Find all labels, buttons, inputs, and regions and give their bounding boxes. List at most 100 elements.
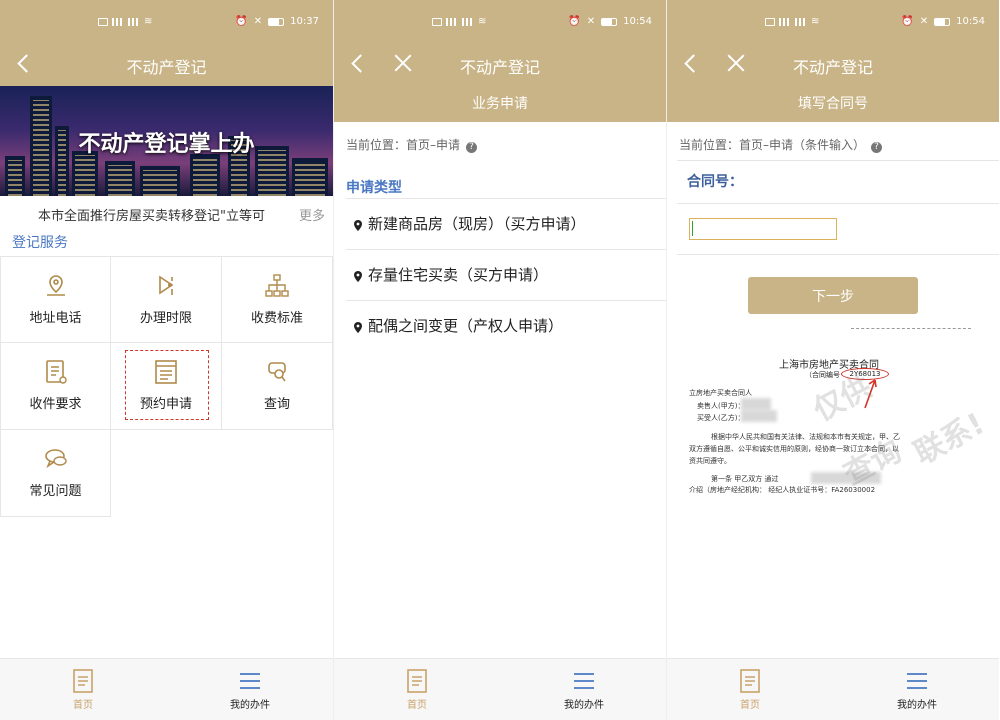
text-cursor <box>692 221 693 236</box>
status-indicators: ≋ <box>98 16 152 27</box>
status-time: 10:54 <box>623 16 652 27</box>
grid-label: 收件要求 <box>29 397 82 412</box>
next-step-button[interactable]: 下一步 <box>748 277 918 314</box>
signal-icon <box>795 17 807 26</box>
sample-doc-line: 资共同遵守。 <box>689 457 731 465</box>
more-link[interactable]: 更多 <box>294 205 325 224</box>
form-icon <box>154 359 178 385</box>
phone-screen-home: ≋ ⏰ ✕ 10:37 不动产登记 不动产登记掌上办 本市全面推行房屋买卖转移登… <box>0 0 333 720</box>
divider <box>677 203 999 204</box>
phone-screen-contract-input: ≋ ⏰ ✕ 10:54 不动产登记 填写合同号 当前位置：首页–申请（条件输入）… <box>666 0 999 720</box>
grid-row: 收件要求 预约申请 查询 <box>0 343 333 430</box>
watermark: 联系! <box>908 406 986 472</box>
service-grid: 地址电话 办理时限 收费标准 收件要求 预约申请 查询 常见问题 <box>0 256 333 517</box>
notice-marquee[interactable]: 本市全面推行房屋买卖转移登记"立等可 更多 <box>0 201 333 227</box>
pin-icon <box>354 217 362 231</box>
location-icon <box>44 273 68 299</box>
list-item-label: 新建商品房（现房）（买方申请） <box>368 215 586 233</box>
hd-icon <box>432 17 442 26</box>
mute-icon: ✕ <box>253 16 263 27</box>
section-title: 申请类型 <box>346 180 402 196</box>
status-indicators: ≋ <box>765 16 819 27</box>
battery-icon <box>268 17 285 26</box>
status-time: 10:37 <box>290 16 319 27</box>
grid-label: 收费标准 <box>250 311 303 326</box>
building <box>190 154 220 196</box>
pin-icon <box>354 319 362 333</box>
service-query[interactable]: 查询 <box>222 343 333 430</box>
redacted-region <box>741 398 771 410</box>
hourglass-icon <box>154 273 178 299</box>
grid-row: 常见问题 <box>0 430 333 517</box>
divider <box>677 160 999 161</box>
tab-label: 我的办件 <box>230 700 270 711</box>
help-icon[interactable]: ? <box>466 142 478 153</box>
nav-bar: 不动产登记 <box>334 44 666 86</box>
list-item-label: 配偶之间变更（产权人申请） <box>368 317 564 335</box>
breadcrumb: 当前位置：首页–申请（条件输入）? <box>679 136 883 153</box>
status-right: ⏰ ✕ 10:54 <box>568 16 652 27</box>
building <box>140 166 180 196</box>
status-time: 10:54 <box>956 16 985 27</box>
tab-my-cases[interactable]: 我的办件 <box>210 669 290 711</box>
help-icon[interactable]: ? <box>871 142 883 153</box>
mute-icon: ✕ <box>586 16 596 27</box>
tab-label: 首页 <box>407 700 427 711</box>
service-filing-requirements[interactable]: 收件要求 <box>0 343 111 430</box>
bottom-tab-bar: 首页 我的办件 <box>667 658 999 720</box>
contract-number-label: 合同号： <box>687 174 743 190</box>
alarm-icon: ⏰ <box>235 16 248 27</box>
list-item-label: 存量住宅买卖（买方申请） <box>368 266 549 284</box>
sample-doc-line: 立房地产买卖合同人 <box>689 389 752 397</box>
service-fee-standard[interactable]: 收费标准 <box>222 256 333 343</box>
hd-icon <box>765 17 775 26</box>
service-address-phone[interactable]: 地址电话 <box>0 256 111 343</box>
list-item[interactable]: 配偶之间变更（产权人申请） <box>346 300 666 351</box>
tab-home[interactable]: 首页 <box>710 669 790 711</box>
contract-number-field[interactable] <box>689 218 837 240</box>
tab-home[interactable]: 首页 <box>43 669 123 711</box>
grid-label: 办理时限 <box>139 311 192 326</box>
building <box>292 158 328 196</box>
wifi-icon: ≋ <box>811 16 820 27</box>
status-bar: ≋ ⏰ ✕ 10:54 <box>667 0 999 44</box>
page-title: 不动产登记 <box>459 58 540 77</box>
tab-home[interactable]: 首页 <box>377 669 457 711</box>
battery-icon <box>934 17 951 26</box>
signal-icon <box>112 17 124 26</box>
battery-icon <box>601 17 618 26</box>
service-appointment[interactable]: 预约申请 <box>111 343 222 430</box>
dashed-line <box>851 328 971 329</box>
document-icon <box>44 359 68 385</box>
org-chart-icon <box>265 273 289 299</box>
tab-label: 我的办件 <box>897 700 937 711</box>
breadcrumb-text: 当前位置：首页–申请 <box>346 138 461 152</box>
tab-label: 首页 <box>73 700 93 711</box>
screenshot-row: ≋ ⏰ ✕ 10:37 不动产登记 不动产登记掌上办 本市全面推行房屋买卖转移登… <box>0 0 1000 720</box>
banner-image[interactable]: 不动产登记掌上办 <box>0 86 333 196</box>
menu-icon <box>239 669 261 693</box>
list-item[interactable]: 存量住宅买卖（买方申请） <box>346 249 666 300</box>
bottom-tab-bar: 首页 我的办件 <box>0 658 333 720</box>
notice-text[interactable]: 本市全面推行房屋买卖转移登记"立等可 <box>38 205 293 224</box>
list-item[interactable]: 新建商品房（现房）（买方申请） <box>346 198 666 249</box>
bottom-tab-bar: 首页 我的办件 <box>334 658 666 720</box>
nav-bar: 不动产登记 <box>0 44 333 86</box>
service-faq[interactable]: 常见问题 <box>0 430 111 517</box>
wifi-icon: ≋ <box>478 16 487 27</box>
service-time-limit[interactable]: 办理时限 <box>111 256 222 343</box>
tab-my-cases[interactable]: 我的办件 <box>544 669 624 711</box>
home-doc-icon <box>406 669 428 693</box>
tab-label: 我的办件 <box>564 700 604 711</box>
sample-doc-line: 第一条 甲乙双方 通过 <box>711 475 779 483</box>
alarm-icon: ⏰ <box>568 16 581 27</box>
sample-doc-line: 卖售人(甲方)： <box>697 402 745 410</box>
redacted-region <box>741 410 777 422</box>
breadcrumb-text: 当前位置：首页–申请（条件输入） <box>679 138 866 152</box>
phone-screen-apply-type: ≋ ⏰ ✕ 10:54 不动产登记 业务申请 当前位置：首页–申请? 申请类型 … <box>333 0 666 720</box>
grid-row: 地址电话 办理时限 收费标准 <box>0 256 333 343</box>
tab-my-cases[interactable]: 我的办件 <box>877 669 957 711</box>
status-bar: ≋ ⏰ ✕ 10:54 <box>334 0 666 44</box>
grid-label: 常见问题 <box>29 484 82 499</box>
page-title: 不动产登记 <box>126 58 207 77</box>
